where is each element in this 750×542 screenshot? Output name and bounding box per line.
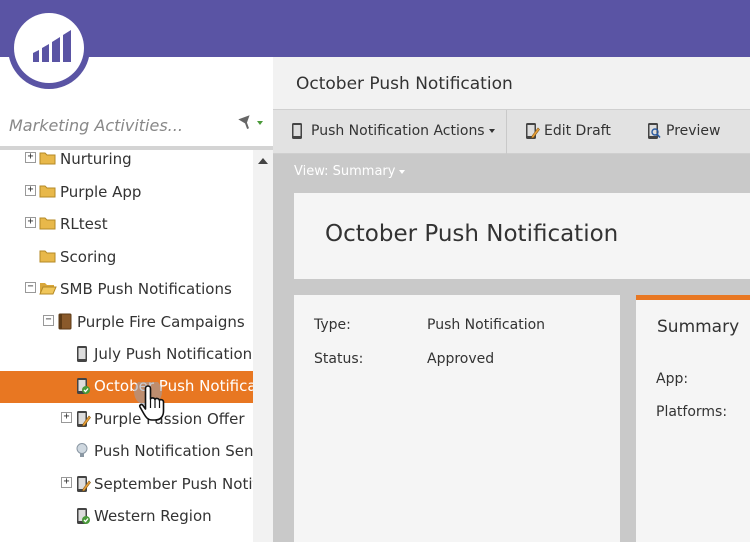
chevron-down-icon [488,129,495,133]
tree-item-rltest[interactable]: + RLtest [0,209,253,241]
type-label: Type: [314,317,351,333]
search-input[interactable] [0,111,230,139]
content-area: View: Summary October Push Notification … [273,154,750,542]
expand-icon[interactable]: + [25,185,36,196]
top-bar [0,0,750,57]
folder-icon [39,150,57,170]
draft-icon [75,475,91,497]
chevron-down-icon [399,169,406,174]
status-label: Status: [314,351,364,367]
expand-icon[interactable]: + [61,412,72,423]
platforms-label: Platforms: [656,404,728,420]
tree-item-label: Purple App [60,183,142,201]
mobile-approved-icon [75,377,91,399]
sidebar: + Nurturing + Purple App + RLtest Scori [0,57,273,542]
expand-icon[interactable]: + [25,152,36,163]
main-panel: October Push Notification Push Notificat… [273,57,750,542]
tree-item-purple-app[interactable]: + Purple App [0,177,253,209]
tree-item-purple-passion-offer[interactable]: + Purple Passion Offer [0,404,253,436]
status-value: Approved [427,351,495,367]
mobile-approved-icon [75,507,91,529]
collapse-icon[interactable]: − [25,282,36,293]
tree-item-smb-push-notifications[interactable]: − SMB Push Notifications [0,274,253,306]
details-card: Type: Push Notification Status: Approved [294,295,620,542]
mobile-icon [291,122,303,144]
tree-item-label: September Push Notification [94,475,253,493]
filter-icon[interactable] [238,115,264,135]
activity-tree: + Nurturing + Purple App + RLtest Scorin… [0,150,253,542]
edit-draft-icon [524,122,540,144]
tree-item-label: Scoring [60,248,117,266]
tree-item-september-push-notification[interactable]: + September Push Notification [0,469,253,501]
main-header: October Push Notification [273,57,750,109]
folder-icon [39,215,57,235]
edit-draft-button[interactable]: Edit Draft [507,110,627,154]
push-notification-actions-label: Push Notification Actions [311,123,485,139]
tree-item-scoring[interactable]: Scoring [0,242,253,274]
edit-draft-label: Edit Draft [544,123,611,139]
summary-card: Summary App: Platforms: [636,295,750,542]
draft-icon [75,410,91,432]
tree-item-purple-fire-campaigns[interactable]: − Purple Fire Campaigns [0,307,253,339]
lightbulb-icon [75,442,89,464]
tree-item-label: RLtest [60,215,108,233]
tree-item-october-push-notification[interactable]: October Push Notification [0,371,253,403]
tree-item-push-notification-sends[interactable]: Push Notification Sends [0,436,253,468]
folder-icon [39,183,57,203]
summary-heading: Summary [657,317,740,337]
expand-icon[interactable]: + [61,477,72,488]
folder-icon [39,248,57,268]
preview-label: Preview [666,123,721,139]
preview-button[interactable]: Preview [627,110,750,154]
collapse-icon[interactable]: − [43,315,54,326]
hand-cursor-icon [134,378,174,432]
logo-icon [14,13,84,83]
tree-item-label: July Push Notification [94,345,253,363]
push-notification-actions-button[interactable]: Push Notification Actions [273,110,506,154]
folder-open-icon [39,280,57,300]
tree-item-label: Western Region [94,507,212,525]
page-title: October Push Notification [296,74,513,94]
scroll-up-icon[interactable] [258,158,268,164]
program-icon [57,313,73,334]
tree-item-nurturing[interactable]: + Nurturing [0,150,253,176]
tree-scrollbar[interactable] [253,150,273,542]
title-card: October Push Notification [294,193,750,279]
view-selector[interactable]: View: Summary [294,164,406,179]
tree-item-label: Nurturing [60,150,132,168]
tree-item-label: Push Notification Sends [94,442,253,460]
tree-item-label: SMB Push Notifications [60,280,232,298]
marketo-logo[interactable] [8,7,90,89]
mobile-icon [75,345,89,367]
expand-icon[interactable]: + [25,217,36,228]
preview-icon [646,122,662,144]
app-label: App: [656,371,689,387]
tree-item-label: Purple Fire Campaigns [77,313,245,331]
toolbar: Push Notification Actions Edit Draft Pre… [273,109,750,154]
tree-item-western-region[interactable]: Western Region [0,501,253,533]
type-value: Push Notification [427,317,546,333]
tree-item-july-push-notification[interactable]: July Push Notification [0,339,253,371]
asset-title: October Push Notification [325,221,619,247]
view-selector-label: View: Summary [294,164,396,179]
